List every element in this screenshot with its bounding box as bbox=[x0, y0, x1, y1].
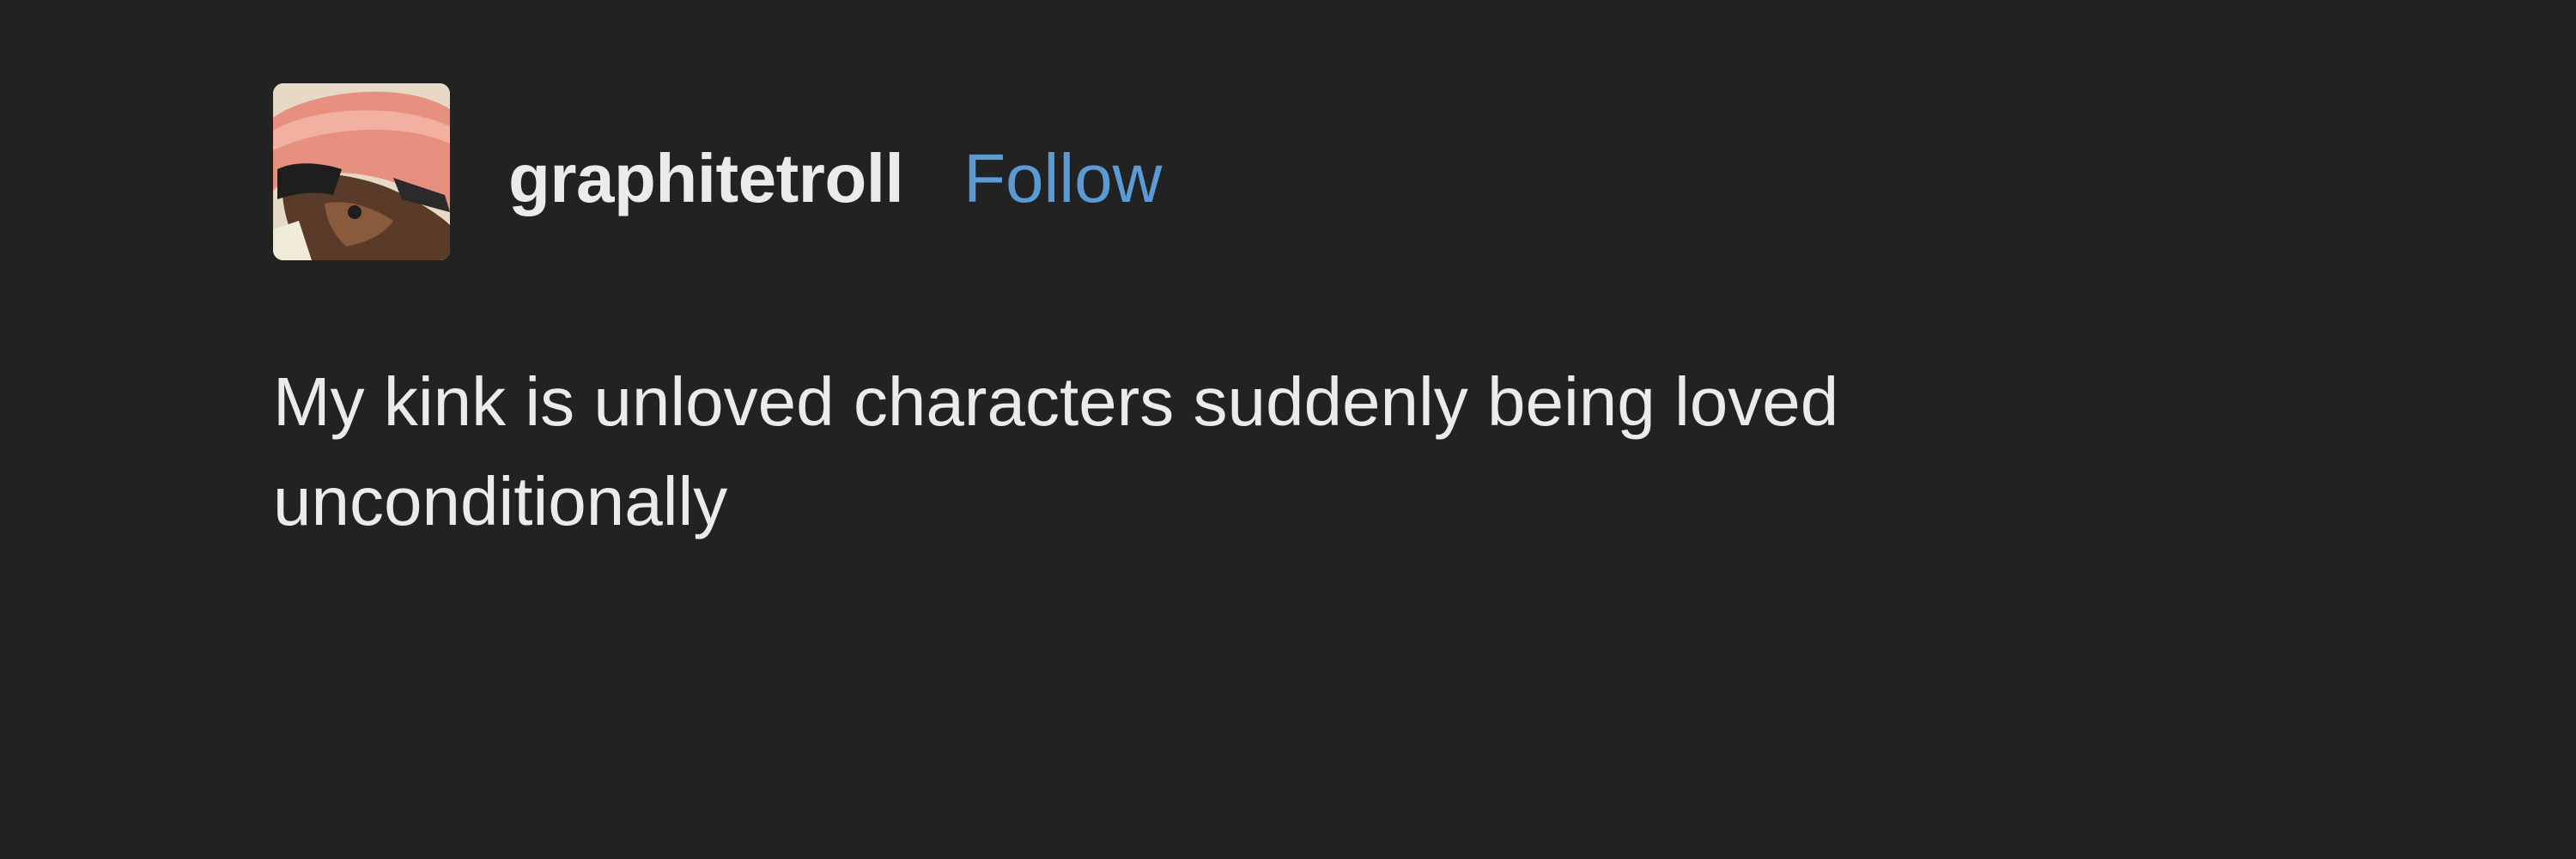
follow-button[interactable]: Follow bbox=[963, 139, 1162, 218]
post-text-line: My kink is unloved characters suddenly b… bbox=[273, 363, 1839, 440]
post-text-line: unconditionally bbox=[273, 463, 728, 539]
post-body: My kink is unloved characters suddenly b… bbox=[273, 352, 2248, 551]
username[interactable]: graphitetroll bbox=[508, 139, 904, 218]
post-card: graphitetroll Follow My kink is unloved … bbox=[0, 0, 2576, 859]
avatar-image bbox=[273, 83, 450, 260]
post-header: graphitetroll Follow bbox=[273, 82, 1162, 261]
avatar[interactable] bbox=[273, 83, 450, 260]
